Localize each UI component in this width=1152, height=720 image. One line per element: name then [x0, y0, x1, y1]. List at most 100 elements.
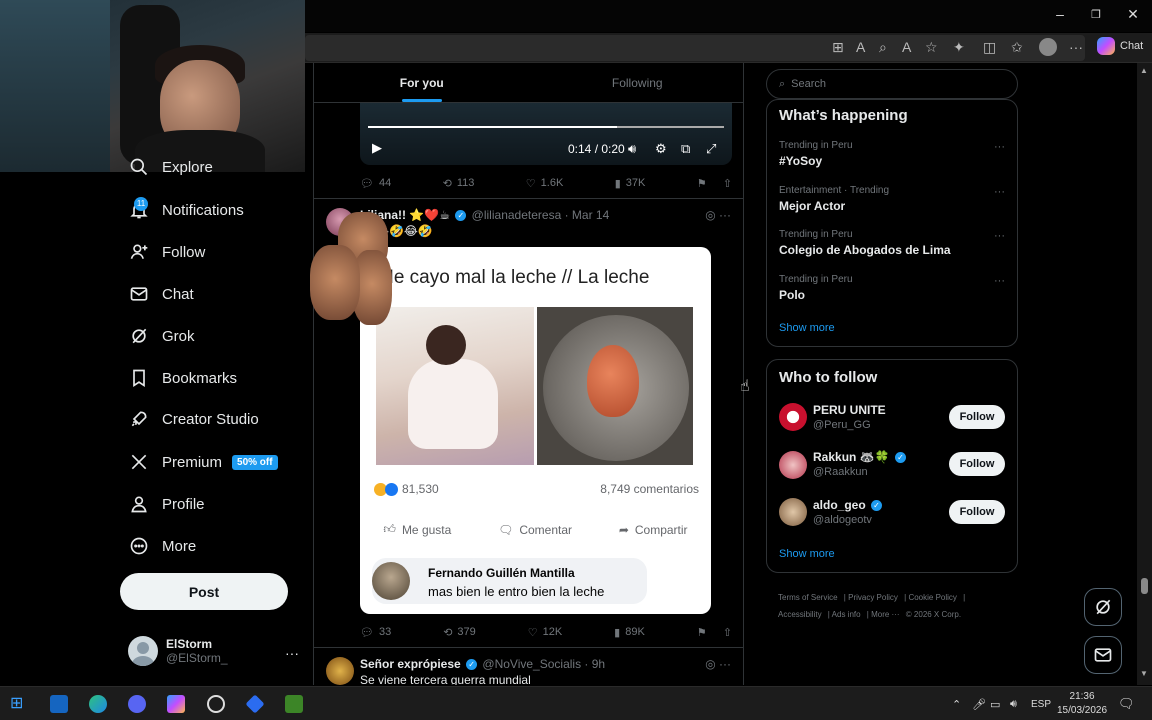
profile-avatar[interactable]	[1039, 38, 1057, 56]
notification-center-icon[interactable]: 🗨︎	[1118, 696, 1135, 712]
copilot-chat-label[interactable]: Chat	[1120, 40, 1143, 52]
post-date[interactable]: · 9h	[584, 657, 605, 671]
nav-follow[interactable]: Follow	[128, 237, 205, 267]
follow-button[interactable]: Follow	[949, 405, 1005, 429]
post-author[interactable]: Señor exprópiese	[360, 657, 461, 671]
nav-profile[interactable]: Profile	[128, 489, 205, 519]
discord-icon[interactable]	[128, 695, 146, 713]
post-more-icon[interactable]: ◎ ···	[705, 208, 731, 222]
language-indicator[interactable]: ESP	[1031, 699, 1051, 710]
minecraft-icon[interactable]	[285, 695, 303, 713]
edge-icon[interactable]	[89, 695, 107, 713]
fullscreen-icon[interactable]: ⤢	[706, 141, 716, 157]
trend-more-icon[interactable]: ···	[994, 141, 1005, 153]
share-icon[interactable]: ⇧	[723, 626, 732, 639]
repost-button[interactable]: ⟲ 113	[443, 177, 475, 190]
microphone-icon[interactable]: 🎤︎	[972, 698, 986, 711]
avatar[interactable]	[326, 657, 354, 685]
split-screen-icon[interactable]: ◫	[983, 39, 996, 56]
outlook-icon[interactable]	[50, 695, 68, 713]
nav-more[interactable]: More	[128, 531, 196, 561]
nav-explore[interactable]: Explore	[128, 157, 213, 177]
post-button[interactable]: Post	[120, 573, 288, 610]
like-button[interactable]: ♡ 12K	[528, 626, 562, 639]
minimize-button[interactable]: –	[1045, 6, 1075, 22]
like-button[interactable]: ♡ 1.6K	[526, 177, 564, 190]
pip-icon[interactable]: ⧉	[681, 141, 690, 157]
footer-accessibility-link[interactable]: Accessibility	[778, 610, 822, 619]
scroll-thumb[interactable]	[1141, 578, 1148, 594]
suggested-account-name[interactable]: PERU UNITE	[813, 403, 886, 417]
show-more-link[interactable]: Show more	[779, 548, 835, 560]
app-icon[interactable]	[245, 694, 265, 714]
scroll-up-icon[interactable]: ▲	[1140, 66, 1148, 75]
nav-grok[interactable]: Grok	[128, 321, 195, 351]
bookmark-icon[interactable]: ⚑	[697, 626, 707, 639]
trend-item[interactable]: Polo	[779, 288, 805, 302]
translate-icon[interactable]: A	[856, 39, 865, 55]
trend-more-icon[interactable]: ···	[994, 230, 1005, 242]
share-icon[interactable]: ⇧	[723, 177, 732, 190]
volume-icon[interactable]: 🔊︎	[628, 141, 636, 157]
suggested-account-name[interactable]: Rakkun 🦝🍀 ✓	[813, 450, 908, 464]
settings-more-icon[interactable]: ···	[1069, 39, 1083, 55]
trend-item[interactable]: #YoSoy	[779, 154, 822, 168]
settings-icon[interactable]: ⚙	[655, 141, 667, 157]
video-progress-bar[interactable]	[368, 126, 724, 128]
trend-item[interactable]: Colegio de Abogados de Lima	[779, 243, 951, 257]
post-handle[interactable]: @lilianadeteresa	[472, 208, 562, 222]
zoom-icon[interactable]: ⌕	[879, 39, 887, 56]
search-input[interactable]: ⌕ Search	[766, 69, 1018, 99]
follow-button[interactable]: Follow	[949, 452, 1005, 476]
video-player[interactable]: ▶ 0:14 / 0:20 🔊︎ ⚙ ⧉ ⤢	[360, 103, 732, 165]
page-scrollbar[interactable]: ▲ ▼	[1137, 63, 1152, 685]
messages-fab[interactable]	[1084, 636, 1122, 674]
footer-privacy-link[interactable]: Privacy Policy	[848, 593, 898, 602]
nav-premium[interactable]: Premium 50% off	[128, 447, 278, 477]
read-aloud-icon[interactable]: A	[902, 39, 911, 55]
bookmark-icon[interactable]: ⚑	[697, 177, 707, 190]
volume-icon[interactable]: 🔊︎	[1010, 698, 1017, 711]
reply-button[interactable]: 💬︎ 44	[360, 177, 391, 190]
account-more-icon[interactable]: ···	[285, 645, 299, 661]
trend-item[interactable]: Mejor Actor	[779, 199, 845, 213]
avatar[interactable]	[779, 403, 807, 431]
footer-ads-link[interactable]: Ads info	[832, 610, 861, 619]
views-button[interactable]: ▮ 89K	[614, 626, 645, 639]
network-icon[interactable]: ▭	[990, 698, 1000, 711]
avatar[interactable]	[779, 451, 807, 479]
address-bar[interactable]	[305, 35, 1085, 61]
show-more-link[interactable]: Show more	[779, 322, 835, 334]
tab-following[interactable]: Following	[530, 63, 744, 102]
copilot-icon[interactable]	[1097, 37, 1115, 55]
close-button[interactable]: ✕	[1118, 6, 1148, 23]
reply-button[interactable]: 💬︎ 33	[360, 626, 391, 639]
grok-fab[interactable]	[1084, 588, 1122, 626]
nav-chat[interactable]: Chat	[128, 279, 194, 309]
footer-more-link[interactable]: More ···	[871, 610, 899, 619]
views-button[interactable]: ▮ 37K	[615, 177, 646, 190]
trend-more-icon[interactable]: ···	[994, 275, 1005, 287]
obs-icon[interactable]	[207, 695, 225, 713]
post-handle[interactable]: @NoVive_Socialis	[482, 657, 581, 671]
suggested-account-name[interactable]: aldo_geo ✓	[813, 498, 884, 512]
windows-start-icon[interactable]: ⊞	[10, 693, 28, 712]
app-available-icon[interactable]: ⊞	[832, 39, 844, 56]
nav-bookmarks[interactable]: Bookmarks	[128, 363, 237, 393]
clock[interactable]: 21:36 15/03/2026	[1057, 690, 1107, 718]
extensions-icon[interactable]: ✦	[953, 39, 965, 56]
trend-more-icon[interactable]: ···	[994, 186, 1005, 198]
follow-button[interactable]: Follow	[949, 500, 1005, 524]
post-date[interactable]: · Mar 14	[565, 208, 610, 222]
post-more-icon[interactable]: ◎ ···	[705, 657, 731, 671]
repost-button[interactable]: ⟲ 379	[443, 626, 476, 639]
copilot-icon[interactable]	[167, 695, 185, 713]
favorite-star-icon[interactable]: ☆	[925, 39, 938, 56]
account-switcher[interactable]: ElStorm @ElStorm_	[128, 636, 228, 666]
avatar[interactable]	[779, 498, 807, 526]
play-icon[interactable]: ▶	[372, 140, 382, 156]
scroll-down-icon[interactable]: ▼	[1140, 669, 1148, 678]
footer-terms-link[interactable]: Terms of Service	[778, 593, 838, 602]
favorites-icon[interactable]: ✩	[1011, 39, 1023, 56]
tab-for-you[interactable]: For you	[314, 63, 530, 102]
